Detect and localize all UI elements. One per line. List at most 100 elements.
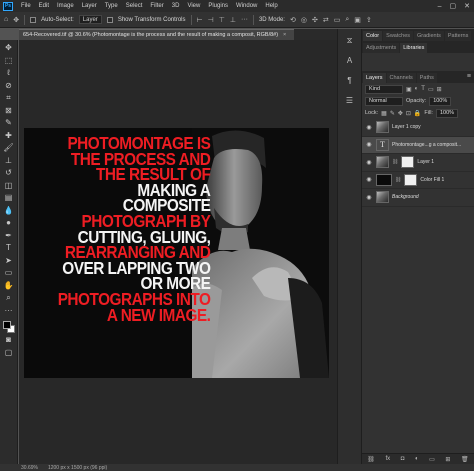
tab-paths[interactable]: Paths bbox=[416, 73, 437, 83]
opacity-input[interactable]: 100% bbox=[429, 96, 452, 106]
fill-input[interactable]: 100% bbox=[435, 108, 459, 118]
eyedropper-tool-icon[interactable]: ✎ bbox=[3, 117, 15, 129]
layer-mask-thumbnail[interactable] bbox=[404, 173, 418, 186]
foreground-color[interactable] bbox=[2, 321, 11, 329]
home-icon[interactable]: ⌂ bbox=[4, 16, 8, 23]
move-tool-icon[interactable]: ✥ bbox=[13, 16, 19, 24]
new-layer-icon[interactable]: ⊞ bbox=[445, 456, 450, 463]
document-tab[interactable]: 654-Recovered.tif @ 30.6% (Photomontage … bbox=[19, 29, 294, 40]
tab-layers[interactable]: Layers bbox=[363, 73, 386, 83]
character-panel-icon[interactable]: A bbox=[344, 55, 356, 67]
filter-shape-icon[interactable]: ▭ bbox=[428, 86, 434, 93]
visibility-eye-icon[interactable]: ◉ bbox=[365, 159, 373, 166]
visibility-eye-icon[interactable]: ◉ bbox=[365, 194, 373, 201]
menu-filter[interactable]: Filter bbox=[146, 3, 167, 9]
hand-tool-icon[interactable]: ✋ bbox=[3, 280, 15, 292]
tab-gradients[interactable]: Gradients bbox=[414, 31, 444, 41]
filter-smart-icon[interactable]: ⊞ bbox=[437, 86, 442, 93]
workspace-icon[interactable]: ▣ bbox=[354, 16, 361, 24]
crop-tool-icon[interactable]: ⌗ bbox=[3, 92, 15, 104]
align-center-icon[interactable]: ⊣ bbox=[208, 16, 214, 24]
mask-icon[interactable]: ◘ bbox=[401, 456, 405, 462]
document-size[interactable]: 1200 px x 1500 px (96 ppi) bbox=[48, 465, 107, 471]
tab-libraries[interactable]: Libraries bbox=[400, 43, 428, 53]
clone-stamp-icon[interactable]: ⊥ bbox=[3, 155, 15, 167]
auto-select-checkbox[interactable] bbox=[30, 16, 37, 23]
maximize-icon[interactable]: ▢ bbox=[450, 2, 457, 10]
lock-pixels-icon[interactable]: ▦ bbox=[381, 110, 387, 117]
show-transform-checkbox[interactable] bbox=[106, 16, 113, 23]
filter-pixel-icon[interactable]: ▣ bbox=[406, 86, 412, 93]
lock-paint-icon[interactable]: ✎ bbox=[390, 110, 395, 117]
visibility-eye-icon[interactable]: ◉ bbox=[365, 124, 373, 131]
3d-scale-icon[interactable]: ▭ bbox=[334, 16, 341, 24]
layer-row[interactable]: ◉ Background bbox=[362, 189, 474, 207]
layer-row[interactable]: ◉ ⛓ Layer 1 bbox=[362, 154, 474, 172]
healing-brush-icon[interactable]: ✚ bbox=[3, 130, 15, 142]
type-tool-icon[interactable]: T bbox=[3, 242, 15, 254]
tab-adjustments[interactable]: Adjustments bbox=[363, 43, 400, 53]
align-left-icon[interactable]: ⊢ bbox=[197, 16, 203, 24]
close-tab-icon[interactable]: × bbox=[283, 32, 286, 38]
visibility-eye-icon[interactable]: ◉ bbox=[365, 176, 373, 183]
menu-3d[interactable]: 3D bbox=[168, 3, 184, 9]
blend-mode-select[interactable]: Normal bbox=[365, 96, 403, 106]
marquee-tool-icon[interactable]: ⬚ bbox=[3, 55, 15, 67]
tab-swatches[interactable]: Swatches bbox=[383, 31, 414, 41]
layer-row[interactable]: ◉ Layer 1 copy bbox=[362, 119, 474, 137]
link-icon[interactable]: ⛓ bbox=[367, 456, 375, 463]
tab-color[interactable]: Color bbox=[363, 31, 383, 41]
search-icon[interactable]: ⌕ bbox=[345, 16, 349, 24]
quick-mask-icon[interactable]: ◙ bbox=[3, 334, 15, 346]
more-tools-icon[interactable]: ··· bbox=[3, 305, 15, 317]
document-canvas[interactable]: PHOTOMONTAGE IS THE PROCESS AND THE RESU… bbox=[24, 128, 329, 378]
panel-menu-icon[interactable]: ≡ bbox=[467, 73, 471, 80]
menu-view[interactable]: View bbox=[183, 3, 204, 9]
menu-help[interactable]: Help bbox=[261, 3, 281, 9]
gradient-tool-icon[interactable]: ▤ bbox=[3, 192, 15, 204]
color-swatches[interactable] bbox=[2, 320, 16, 334]
menu-select[interactable]: Select bbox=[122, 3, 147, 9]
properties-panel-icon[interactable]: ☰ bbox=[344, 95, 356, 107]
3d-slide-icon[interactable]: ⇄ bbox=[323, 16, 329, 24]
3d-roll-icon[interactable]: ◎ bbox=[301, 16, 307, 24]
zoom-tool-icon[interactable]: ⌕ bbox=[3, 292, 15, 304]
filter-adjust-icon[interactable]: ◐ bbox=[415, 86, 419, 92]
filter-type-icon[interactable]: T bbox=[421, 86, 425, 92]
frame-tool-icon[interactable]: ⊠ bbox=[3, 105, 15, 117]
dodge-tool-icon[interactable]: ● bbox=[3, 217, 15, 229]
shape-tool-icon[interactable]: ▭ bbox=[3, 267, 15, 279]
app-logo[interactable]: Ps bbox=[3, 1, 13, 11]
lock-all-icon[interactable]: 🔒 bbox=[414, 110, 421, 117]
move-tool-icon[interactable]: ✥ bbox=[3, 42, 15, 54]
layer-row[interactable]: ◉ ⛓ Color Fill 1 bbox=[362, 172, 474, 189]
menu-layer[interactable]: Layer bbox=[78, 3, 101, 9]
path-select-icon[interactable]: ➤ bbox=[3, 255, 15, 267]
group-icon[interactable]: ▭ bbox=[429, 456, 435, 463]
pen-tool-icon[interactable]: ✒ bbox=[3, 230, 15, 242]
quick-select-tool-icon[interactable]: ⊘ bbox=[3, 80, 15, 92]
eraser-tool-icon[interactable]: ◫ bbox=[3, 180, 15, 192]
lock-position-icon[interactable]: ✥ bbox=[398, 110, 403, 117]
tab-patterns[interactable]: Patterns bbox=[444, 31, 472, 41]
menu-edit[interactable]: Edit bbox=[35, 3, 53, 9]
visibility-eye-icon[interactable]: ◉ bbox=[365, 141, 373, 148]
menu-image[interactable]: Image bbox=[53, 3, 78, 9]
tab-channels[interactable]: Channels bbox=[386, 73, 416, 83]
align-right-icon[interactable]: ⊤ bbox=[219, 16, 225, 24]
canvas-area[interactable]: PHOTOMONTAGE IS THE PROCESS AND THE RESU… bbox=[19, 40, 337, 464]
more-options-icon[interactable]: ··· bbox=[241, 16, 248, 23]
adjustment-icon[interactable]: ◐ bbox=[415, 456, 419, 462]
lock-artboard-icon[interactable]: ⊡ bbox=[406, 110, 411, 117]
paragraph-panel-icon[interactable]: ¶ bbox=[344, 75, 356, 87]
fx-icon[interactable]: fx bbox=[385, 456, 390, 462]
menu-window[interactable]: Window bbox=[232, 3, 261, 9]
screen-mode-icon[interactable]: ▢ bbox=[3, 347, 15, 359]
menu-plugins[interactable]: Plugins bbox=[204, 3, 232, 9]
menu-file[interactable]: File bbox=[17, 3, 35, 9]
3d-rotate-icon[interactable]: ⟲ bbox=[290, 16, 296, 24]
auto-select-dropdown[interactable]: Layer bbox=[78, 15, 102, 24]
trash-icon[interactable]: 🗑 bbox=[461, 456, 469, 463]
zoom-level[interactable]: 30.69% bbox=[21, 465, 38, 471]
blur-tool-icon[interactable]: 💧 bbox=[3, 205, 15, 217]
